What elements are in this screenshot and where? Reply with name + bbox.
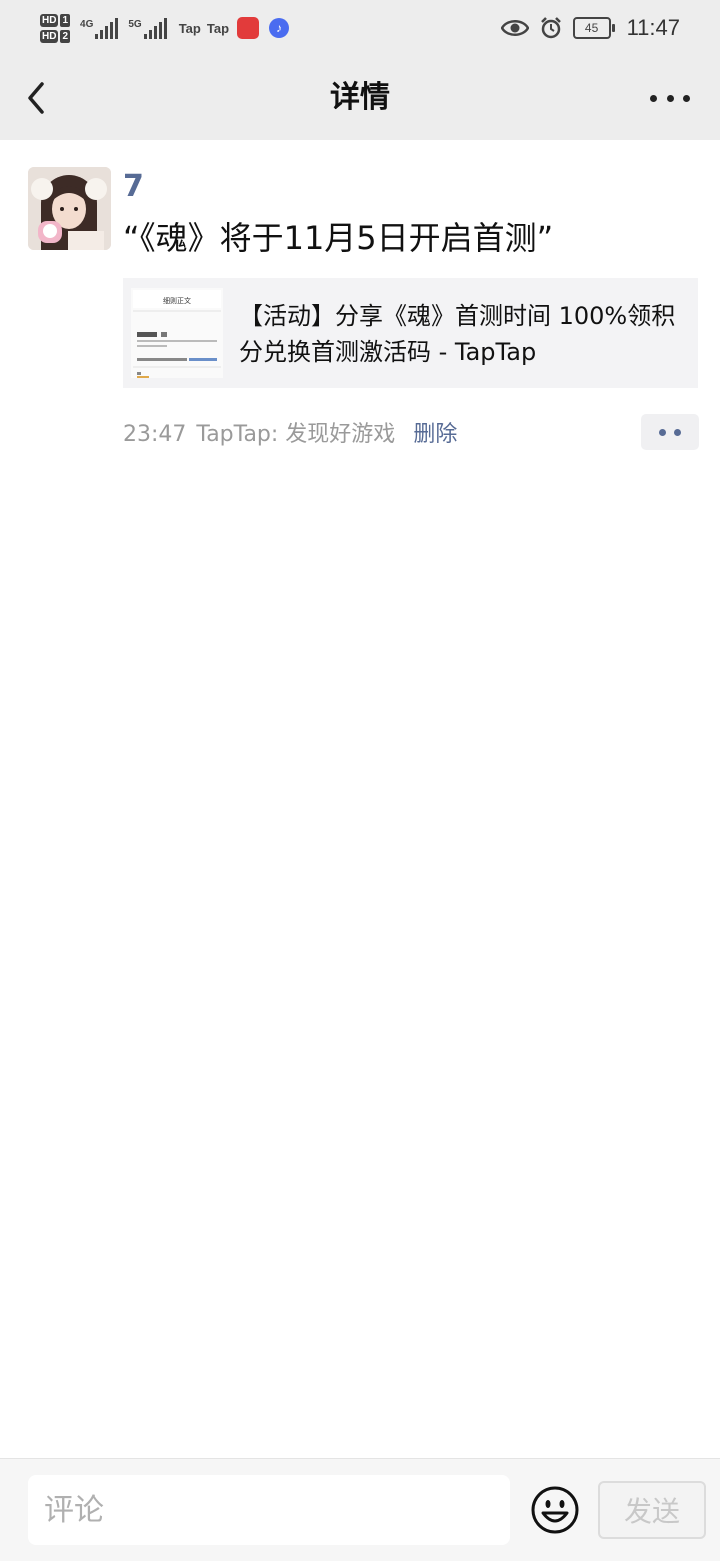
avatar[interactable] [28,167,111,250]
smiley-icon [531,1486,579,1534]
link-card[interactable]: 细则正文 【活动】分享《魂》首测时间 100%领积分兑换首测激活码 - TapT… [123,278,698,388]
sim-indicators: HD 1 HD 2 [40,13,71,43]
battery-level: 45 [584,21,599,35]
comment-bar: 发送 [0,1458,720,1561]
post-text: “《魂》将于11月5日开启首测” [123,219,554,257]
battery-icon: 45 [572,17,615,39]
clock: 11:47 [626,15,680,40]
delete-button[interactable]: 删除 [413,418,457,452]
status-right: 45 11:47 [500,10,680,46]
network-type-2: 5G [128,19,142,30]
post-meta: 23:47 TapTap: 发现好游戏 删除 [123,418,457,452]
page-title: 详情 [330,80,390,115]
app-notification-icon [237,17,260,39]
comment-action-button[interactable] [641,414,699,450]
more-button[interactable] [650,86,690,110]
thumbnail-image: 细则正文 [131,288,223,378]
post-source[interactable]: TapTap: 发现好游戏 [196,418,395,452]
sim1-label: HD [40,13,59,27]
notification-app-label-1: Tap [178,20,201,36]
signal-bars-icon [95,17,119,39]
notification-app-label-2: Tap [206,20,230,36]
emoji-button[interactable] [530,1485,580,1535]
nav-bar: 详情 [0,56,720,140]
post-time: 23:47 [123,422,187,447]
sim2-number: 2 [60,29,71,43]
signal-2: 5G [128,17,167,39]
link-thumbnail: 细则正文 [131,288,223,378]
status-left: HD 1 HD 2 4G 5G Tap Tap ♪ [40,8,290,48]
sim2-indicator: HD 2 [40,29,71,43]
comment-dots-icon [659,428,666,436]
more-dots-icon [650,94,657,102]
signal-bars-icon [143,17,167,39]
avatar-image [28,167,111,250]
status-bar: HD 1 HD 2 4G 5G Tap Tap ♪ 45 11:47 [0,0,720,56]
alarm-icon [540,17,561,39]
network-type-1: 4G [80,19,94,30]
send-button[interactable]: 发送 [598,1481,706,1539]
signal-1: 4G [80,17,119,39]
music-icon: ♪ [269,18,290,38]
comment-input[interactable] [28,1475,510,1545]
username[interactable]: 7 [123,168,144,206]
sim1-indicator: HD 1 [40,13,71,27]
thumbnail-heading: 细则正文 [163,296,191,305]
sim1-number: 1 [60,13,71,27]
eye-icon [500,20,529,36]
sim2-label: HD [40,29,59,43]
link-title: 【活动】分享《魂》首测时间 100%领积分兑换首测激活码 - TapTap [239,302,676,366]
